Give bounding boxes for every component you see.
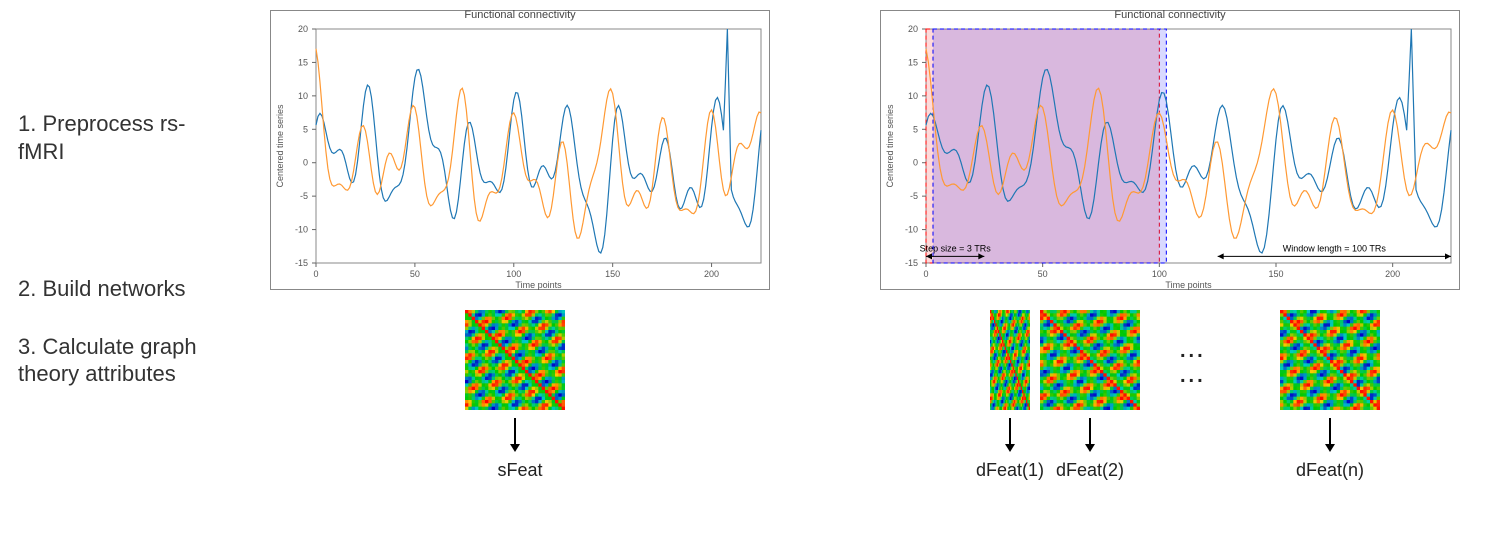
svg-text:Time points: Time points (1165, 280, 1212, 290)
svg-text:0: 0 (913, 158, 918, 168)
dynamic-chart-svg: -15-10-505101520050100150200Step size = … (881, 11, 1461, 291)
svg-text:Time points: Time points (515, 280, 562, 290)
svg-text:50: 50 (1038, 269, 1048, 279)
arrow-d1 (1009, 418, 1011, 446)
dynamic-network-matrix-n (1280, 310, 1380, 410)
svg-text:200: 200 (1385, 269, 1400, 279)
ellipsis-bottom: ... (1180, 365, 1206, 388)
step-2: 2. Build networks (18, 275, 198, 303)
svg-text:-5: -5 (300, 191, 308, 201)
svg-text:5: 5 (913, 124, 918, 134)
svg-text:0: 0 (923, 269, 928, 279)
svg-text:Centered time series: Centered time series (275, 104, 285, 188)
dynamic-connectivity-chart: Functional connectivity -15 -10 -5 0 5 10 15 20… (880, 10, 1460, 290)
dfeat1-label: dFeat(1) (970, 460, 1050, 481)
dfeat2-label: dFeat(2) (1050, 460, 1130, 481)
svg-text:200: 200 (704, 269, 719, 279)
svg-text:-10: -10 (905, 225, 918, 235)
dfeatn-label: dFeat(n) (1290, 460, 1370, 481)
svg-text:-15: -15 (905, 258, 918, 268)
network-matrices-row: ... ... (0, 310, 1505, 430)
svg-text:-10: -10 (295, 225, 308, 235)
dynamic-network-matrix-2 (1040, 310, 1140, 410)
svg-text:0: 0 (313, 269, 318, 279)
step-1: 1. Preprocess rs-fMRI (18, 110, 198, 165)
svg-text:5: 5 (303, 124, 308, 134)
svg-text:150: 150 (1268, 269, 1283, 279)
svg-text:100: 100 (1152, 269, 1167, 279)
svg-text:15: 15 (298, 57, 308, 67)
svg-text:20: 20 (298, 24, 308, 34)
static-network-matrix (465, 310, 565, 410)
arrow-dn (1329, 418, 1331, 446)
dynamic-network-matrix-1 (990, 310, 1030, 410)
svg-text:10: 10 (298, 91, 308, 101)
svg-text:50: 50 (410, 269, 420, 279)
svg-text:15: 15 (908, 57, 918, 67)
arrow-d2 (1089, 418, 1091, 446)
svg-text:0: 0 (303, 158, 308, 168)
svg-text:150: 150 (605, 269, 620, 279)
svg-text:10: 10 (908, 91, 918, 101)
svg-text:Window length = 100 TRs: Window length = 100 TRs (1283, 243, 1387, 253)
svg-text:-15: -15 (295, 258, 308, 268)
svg-text:100: 100 (506, 269, 521, 279)
svg-text:Centered time series: Centered time series (885, 104, 895, 188)
svg-text:20: 20 (908, 24, 918, 34)
arrow-static (514, 418, 516, 446)
static-chart-svg: -15-10-505101520050100150200Time pointsC… (271, 11, 771, 291)
svg-text:Step size = 3 TRs: Step size = 3 TRs (920, 243, 992, 253)
chart-title: Functional connectivity (881, 9, 1459, 21)
static-connectivity-chart: Functional connectivity -15 -10 -5 0 5 10 15 20… (270, 10, 770, 290)
ellipsis-top: ... (1180, 340, 1206, 363)
sfeat-label: sFeat (480, 460, 560, 481)
svg-text:-5: -5 (910, 191, 918, 201)
chart-title: Functional connectivity (271, 9, 769, 21)
